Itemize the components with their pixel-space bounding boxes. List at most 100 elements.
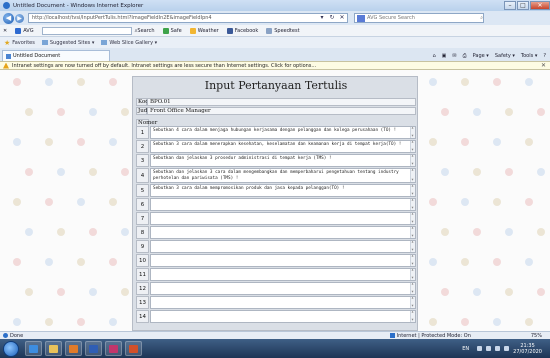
language-indicator[interactable]: EN <box>462 346 469 352</box>
question-textarea[interactable]: Sebutkan dan jelaskan 3 cara dalam menge… <box>150 168 416 183</box>
taskbar-media-button[interactable] <box>65 341 82 356</box>
question-text[interactable]: Sebutkan dan jelaskan 3 prosedur adminis… <box>153 156 332 161</box>
information-bar[interactable]: Intranet settings are now turned off by … <box>0 61 550 70</box>
clock[interactable]: 21:35 27/07/2020 <box>513 343 542 355</box>
question-text[interactable]: Sebutkan 3 cara dalam mempromosikan prod… <box>153 186 344 191</box>
textarea-scrollbar[interactable] <box>410 199 415 210</box>
avg-facebook-button[interactable]: Facebook <box>226 27 258 34</box>
taskbar-powerpoint-button[interactable] <box>125 341 142 356</box>
avg-speedtest-button[interactable]: Speedtest <box>266 27 300 34</box>
question-textarea[interactable] <box>150 310 416 323</box>
close-button[interactable]: ✕ <box>530 1 550 10</box>
tab-untitled-document[interactable]: Untitled Document <box>2 50 110 61</box>
taskbar-explorer-button[interactable] <box>45 341 62 356</box>
question-textarea[interactable]: Sebutkan 3 cara dalam menerapkan kesehat… <box>150 140 416 153</box>
wallpaper-glyph <box>493 198 502 206</box>
question-textarea[interactable] <box>150 268 416 281</box>
home-icon[interactable]: ⌂ <box>432 53 435 59</box>
avg-search-input[interactable] <box>41 26 132 35</box>
print-icon[interactable]: ⎙ <box>463 53 467 59</box>
textarea-scrollbar[interactable] <box>410 269 415 280</box>
question-row: 7 <box>136 212 416 225</box>
address-dropdown-icon[interactable]: ▾ <box>317 13 327 23</box>
textarea-scrollbar[interactable] <box>410 283 415 294</box>
question-text[interactable]: Sebutkan 4 cara dalam menjaga hubungan k… <box>153 128 396 133</box>
infobar-text[interactable]: Intranet settings are now turned off by … <box>12 63 316 69</box>
favorites-button[interactable]: ★ Favorites <box>4 39 35 47</box>
wallpaper-glyph <box>109 258 118 266</box>
wallpaper-glyph <box>441 288 450 296</box>
wallpaper-glyph <box>57 108 66 116</box>
textarea-scrollbar[interactable] <box>410 297 415 308</box>
stop-icon[interactable]: ✕ <box>337 13 347 23</box>
textarea-scrollbar[interactable] <box>410 141 415 152</box>
back-button[interactable]: ◀ <box>3 12 14 24</box>
textarea-scrollbar[interactable] <box>410 255 415 266</box>
taskbar-app-button[interactable] <box>105 341 122 356</box>
question-textarea[interactable] <box>150 240 416 253</box>
security-zone[interactable]: Internet | Protected Mode: On <box>389 333 471 339</box>
search-icon[interactable]: ⌕ <box>480 15 483 21</box>
textarea-scrollbar[interactable] <box>410 127 415 138</box>
safety-menu[interactable]: Safety ▾ <box>495 53 515 59</box>
avg-search-button[interactable]: ⌕ Search <box>135 28 155 34</box>
warning-icon <box>3 62 9 69</box>
suggested-sites-link[interactable]: Suggested Sites ▾ <box>41 40 94 46</box>
help-icon[interactable]: ? <box>543 53 546 59</box>
toolbar-close-icon[interactable]: ✕ <box>3 28 7 34</box>
textarea-scrollbar[interactable] <box>410 155 415 166</box>
web-slice-gallery-link[interactable]: Web Slice Gallery ▾ <box>101 40 157 46</box>
address-url[interactable]: http://localhost/tvsi/InputPertTulis.htm… <box>32 15 315 21</box>
page-menu[interactable]: Page ▾ <box>473 53 489 59</box>
feeds-icon[interactable]: ▣ <box>442 53 447 59</box>
tray-arrow-icon[interactable] <box>477 346 483 351</box>
taskbar-ie-button[interactable] <box>25 341 42 356</box>
question-row: 12 <box>136 282 416 295</box>
maximize-button[interactable]: □ <box>517 1 529 10</box>
question-row: 9 <box>136 240 416 253</box>
taskbar-word-button[interactable] <box>85 341 102 356</box>
forward-button[interactable]: ▶ <box>15 13 24 23</box>
question-textarea[interactable]: Sebutkan 4 cara dalam menjaga hubungan k… <box>150 126 416 139</box>
flag-icon[interactable] <box>504 346 510 351</box>
question-textarea[interactable] <box>150 254 416 267</box>
infobar-close-icon[interactable]: ✕ <box>541 62 546 69</box>
app-icon <box>109 344 118 353</box>
question-textarea[interactable] <box>150 226 416 239</box>
wallpaper-glyph <box>13 318 22 326</box>
zoom-level[interactable]: 75% <box>531 333 542 339</box>
tools-menu[interactable]: Tools ▾ <box>521 53 537 59</box>
textarea-scrollbar[interactable] <box>410 213 415 224</box>
search-box[interactable]: AVG Secure Search ⌕ <box>354 13 484 23</box>
wallpaper-glyph <box>493 318 502 326</box>
avg-brand[interactable]: AVG <box>15 27 34 34</box>
textarea-scrollbar[interactable] <box>410 311 415 322</box>
question-textarea[interactable]: Sebutkan 3 cara dalam mempromosikan prod… <box>150 184 416 197</box>
address-bar[interactable]: http://localhost/tvsi/InputPertTulis.htm… <box>28 13 348 23</box>
start-button[interactable] <box>3 340 19 357</box>
wallpaper-glyph <box>493 78 502 86</box>
mail-icon[interactable]: ✉ <box>452 53 456 59</box>
minimize-button[interactable]: – <box>504 1 516 10</box>
question-text[interactable]: Sebutkan dan jelaskan 3 cara dalam menge… <box>153 170 399 181</box>
volume-icon[interactable] <box>495 346 501 351</box>
avg-safe-button[interactable]: Safe <box>162 27 182 34</box>
wallpaper-glyph <box>461 198 470 206</box>
wallpaper-glyph <box>25 288 34 296</box>
avg-weather-button[interactable]: Weather <box>189 27 219 34</box>
question-textarea[interactable] <box>150 198 416 211</box>
textarea-scrollbar[interactable] <box>410 241 415 252</box>
textarea-scrollbar[interactable] <box>410 185 415 196</box>
question-textarea[interactable] <box>150 282 416 295</box>
question-textarea[interactable] <box>150 296 416 309</box>
wallpaper-glyph <box>25 228 34 236</box>
search-input[interactable]: AVG Secure Search <box>367 15 480 21</box>
question-textarea[interactable] <box>150 212 416 225</box>
textarea-scrollbar[interactable] <box>410 169 415 182</box>
page-content: Input Pertanyaan Tertulis KodeBPO.01 Jud… <box>0 70 550 331</box>
network-icon[interactable] <box>486 346 492 351</box>
textarea-scrollbar[interactable] <box>410 227 415 238</box>
question-textarea[interactable]: Sebutkan dan jelaskan 3 prosedur adminis… <box>150 154 416 167</box>
refresh-icon[interactable]: ↻ <box>327 13 337 23</box>
question-text[interactable]: Sebutkan 3 cara dalam menerapkan kesehat… <box>153 142 401 147</box>
